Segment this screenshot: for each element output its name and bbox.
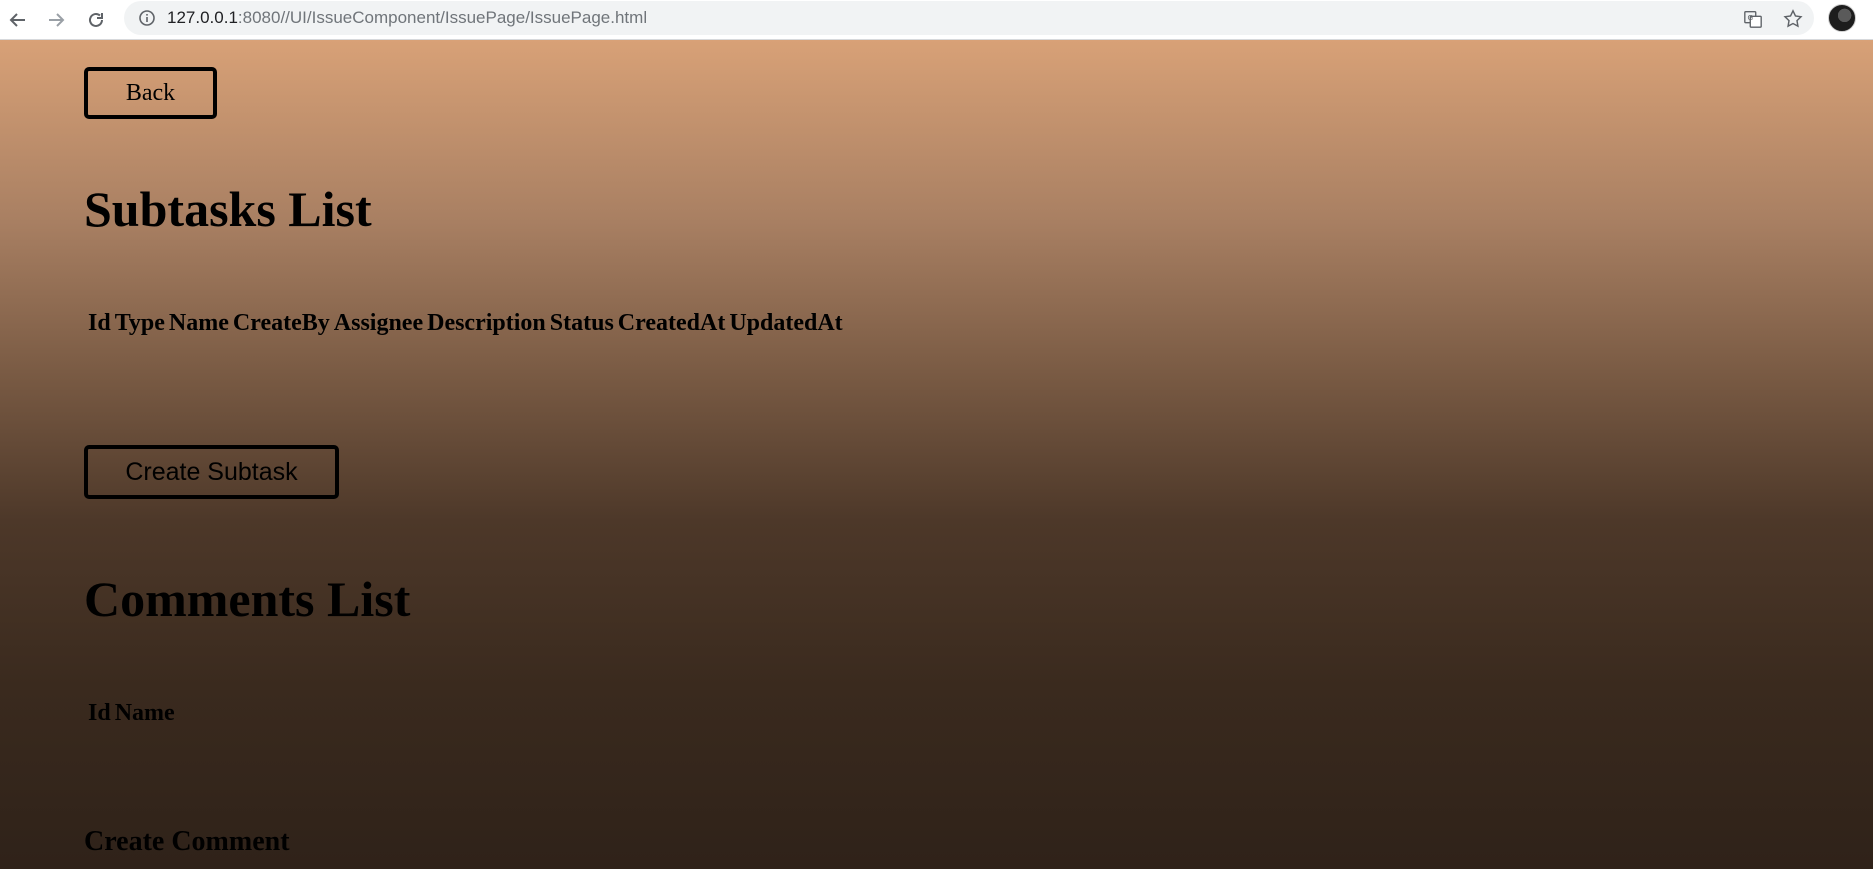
column-header-status: Status — [549, 310, 614, 336]
column-header-description: Description — [427, 310, 546, 336]
back-button[interactable]: Back — [84, 67, 217, 119]
subtasks-title: Subtasks List — [84, 181, 372, 237]
column-header-id: Id — [88, 310, 111, 336]
column-header-createby: CreateBy — [232, 310, 330, 336]
svg-text:G: G — [1748, 13, 1754, 22]
browser-toolbar: 127.0.0.1:8080//UI/IssueComponent/IssueP… — [0, 0, 1873, 40]
url-path: :8080//UI/IssueComponent/IssuePage/Issue… — [237, 8, 648, 27]
column-header-type: Type — [114, 310, 165, 336]
column-header-name: Name — [114, 700, 175, 726]
address-bar[interactable]: 127.0.0.1:8080//UI/IssueComponent/IssueP… — [124, 1, 1814, 35]
comments-table: Id Name — [84, 698, 179, 729]
star-icon[interactable] — [1782, 8, 1804, 30]
comments-title: Comments List — [84, 571, 411, 627]
issue-page: Back Subtasks List Id Type Name CreateBy… — [0, 40, 1873, 869]
column-header-createdat: CreatedAt — [617, 310, 726, 336]
column-header-name: Name — [168, 310, 229, 336]
comments-header-row: Id Name — [88, 700, 175, 727]
back-arrow-icon[interactable] — [4, 6, 32, 34]
url-host: 127.0.0.1 — [167, 8, 238, 27]
info-icon[interactable] — [138, 9, 156, 27]
column-header-updatedat: UpdatedAt — [729, 310, 843, 336]
subtasks-header-row: Id Type Name CreateBy Assignee Descripti… — [88, 310, 843, 337]
create-subtask-button[interactable]: Create Subtask — [84, 445, 339, 499]
forward-arrow-icon[interactable] — [42, 6, 70, 34]
url-text[interactable]: 127.0.0.1:8080//UI/IssueComponent/IssueP… — [167, 8, 647, 28]
avatar[interactable] — [1828, 4, 1856, 32]
subtasks-table: Id Type Name CreateBy Assignee Descripti… — [84, 308, 847, 339]
column-header-assignee: Assignee — [333, 310, 424, 336]
column-header-id: Id — [88, 700, 111, 726]
create-comment-heading: Create Comment — [84, 826, 290, 857]
reload-icon[interactable] — [82, 6, 110, 34]
translate-icon[interactable]: G — [1742, 8, 1764, 30]
